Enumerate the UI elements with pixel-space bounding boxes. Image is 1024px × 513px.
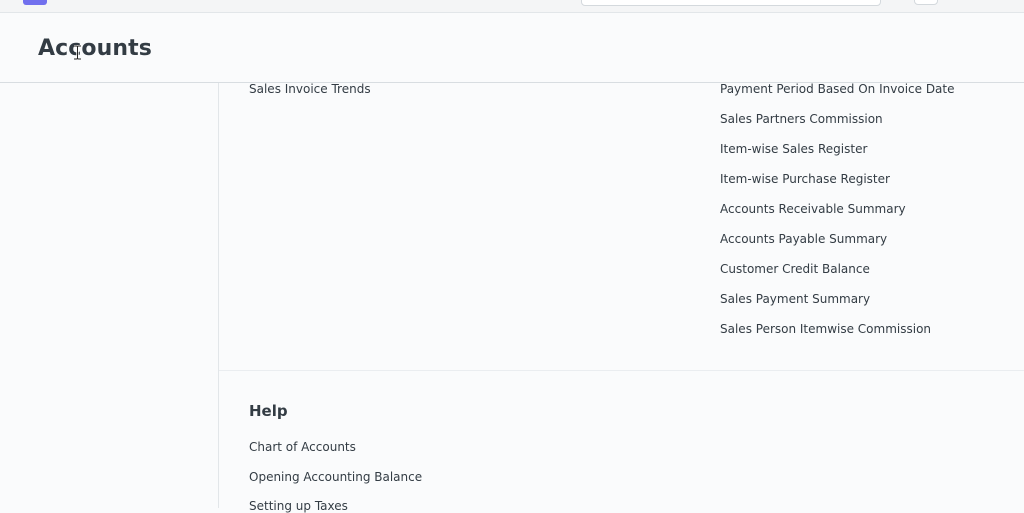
navbar-button[interactable] [914,0,938,5]
report-link-accounts-payable-summary[interactable]: Accounts Payable Summary [720,232,887,246]
text-cursor-icon [74,45,81,60]
page-head: Accounts [0,13,1024,83]
section-divider [219,370,1024,371]
report-link-sales-payment-summary[interactable]: Sales Payment Summary [720,292,870,306]
report-link-sales-partners-commission[interactable]: Sales Partners Commission [720,112,883,126]
navbar [0,0,1024,13]
report-link-sales-invoice-trends[interactable]: Sales Invoice Trends [249,82,371,96]
report-link-sales-person-itemwise-commission[interactable]: Sales Person Itemwise Commission [720,322,931,336]
app-logo-icon[interactable] [23,0,47,5]
report-link-payment-period[interactable]: Payment Period Based On Invoice Date [720,82,955,96]
help-section-title: Help [249,402,288,420]
report-link-accounts-receivable-summary[interactable]: Accounts Receivable Summary [720,202,906,216]
report-link-item-wise-purchase-register[interactable]: Item-wise Purchase Register [720,172,890,186]
search-input[interactable] [581,0,881,6]
help-link-setting-up-taxes[interactable]: Setting up Taxes [249,499,348,513]
help-link-chart-of-accounts[interactable]: Chart of Accounts [249,440,356,454]
report-link-item-wise-sales-register[interactable]: Item-wise Sales Register [720,142,867,156]
report-link-customer-credit-balance[interactable]: Customer Credit Balance [720,262,870,276]
sidebar-divider [218,83,219,508]
help-link-opening-accounting-balance[interactable]: Opening Accounting Balance [249,470,422,484]
page-title: Accounts [38,36,152,61]
